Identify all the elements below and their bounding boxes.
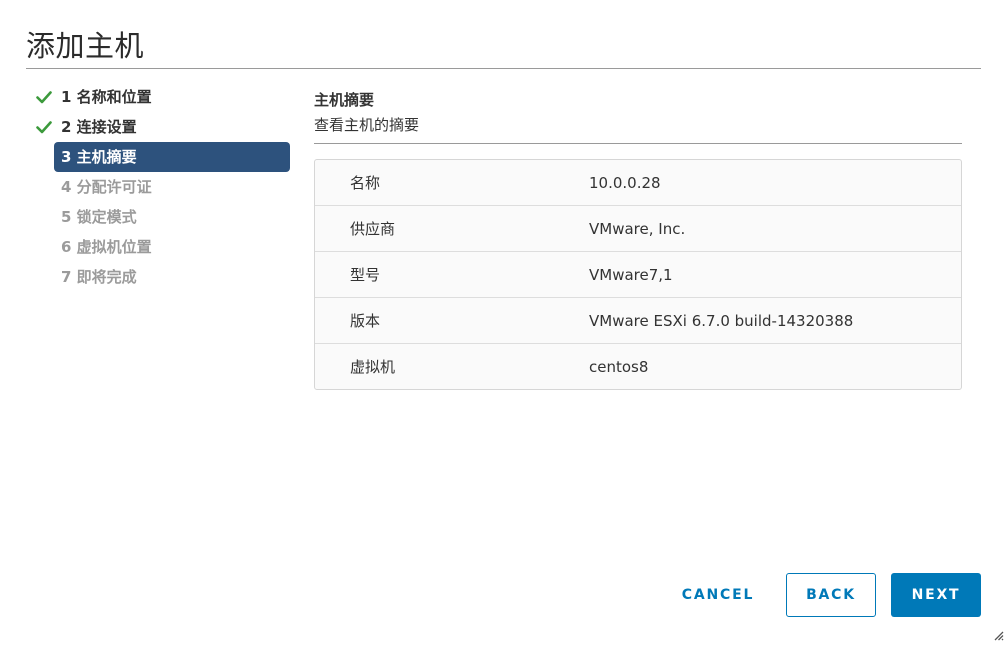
step-label: 5 锁定模式 (61, 208, 137, 226)
summary-value: VMware ESXi 6.7.0 build-14320388 (589, 311, 854, 330)
summary-key: 型号 (350, 266, 381, 284)
step-assign-license: 4 分配许可证 (34, 172, 290, 202)
summary-row-vendor: 供应商 VMware, Inc. (315, 206, 961, 252)
summary-key: 名称 (350, 174, 381, 192)
summary-value: 10.0.0.28 (589, 173, 661, 192)
summary-row-version: 版本 VMware ESXi 6.7.0 build-14320388 (315, 298, 961, 344)
wizard-steps: 1 名称和位置 2 连接设置 3 主机摘要 4 分配许可证 5 锁定模式 6 虚… (34, 82, 292, 292)
host-summary-table: 名称 10.0.0.28 供应商 VMware, Inc. 型号 VMware7… (314, 159, 962, 390)
back-button[interactable]: BACK (786, 573, 876, 617)
summary-key: 供应商 (350, 220, 396, 238)
add-host-dialog: 添加主机 1 名称和位置 2 连接设置 3 主机摘要 4 分配许可证 5 锁定模… (0, 0, 1008, 645)
step-ready-to-complete: 7 即将完成 (34, 262, 290, 292)
summary-value: VMware, Inc. (589, 219, 686, 238)
step-label: 3 主机摘要 (61, 148, 137, 166)
summary-row-vms: 虚拟机 centos8 (315, 344, 961, 389)
section-divider (314, 143, 962, 144)
dialog-title: 添加主机 (26, 29, 145, 63)
next-button[interactable]: NEXT (891, 573, 981, 617)
cancel-button[interactable]: CANCEL (666, 573, 770, 617)
summary-value: centos8 (589, 357, 649, 376)
check-icon (36, 121, 52, 134)
section-heading: 主机摘要 (314, 91, 375, 109)
step-label: 2 连接设置 (61, 118, 137, 136)
step-host-summary[interactable]: 3 主机摘要 (54, 142, 290, 172)
summary-row-name: 名称 10.0.0.28 (315, 160, 961, 206)
section-subheading: 查看主机的摘要 (314, 116, 420, 134)
step-vm-location: 6 虚拟机位置 (34, 232, 290, 262)
check-icon (36, 91, 52, 104)
step-name-and-location[interactable]: 1 名称和位置 (34, 82, 290, 112)
summary-value: VMware7,1 (589, 265, 673, 284)
step-connection-settings[interactable]: 2 连接设置 (34, 112, 290, 142)
summary-key: 虚拟机 (350, 358, 396, 376)
step-label: 1 名称和位置 (61, 88, 152, 106)
step-lockdown-mode: 5 锁定模式 (34, 202, 290, 232)
step-label: 4 分配许可证 (61, 178, 152, 196)
summary-row-model: 型号 VMware7,1 (315, 252, 961, 298)
step-content: 主机摘要 查看主机的摘要 名称 10.0.0.28 供应商 VMware, In… (314, 88, 962, 390)
step-label: 7 即将完成 (61, 268, 137, 286)
step-label: 6 虚拟机位置 (61, 238, 152, 256)
resize-handle-icon[interactable] (994, 631, 1004, 641)
title-divider (26, 68, 981, 69)
summary-key: 版本 (350, 312, 381, 330)
